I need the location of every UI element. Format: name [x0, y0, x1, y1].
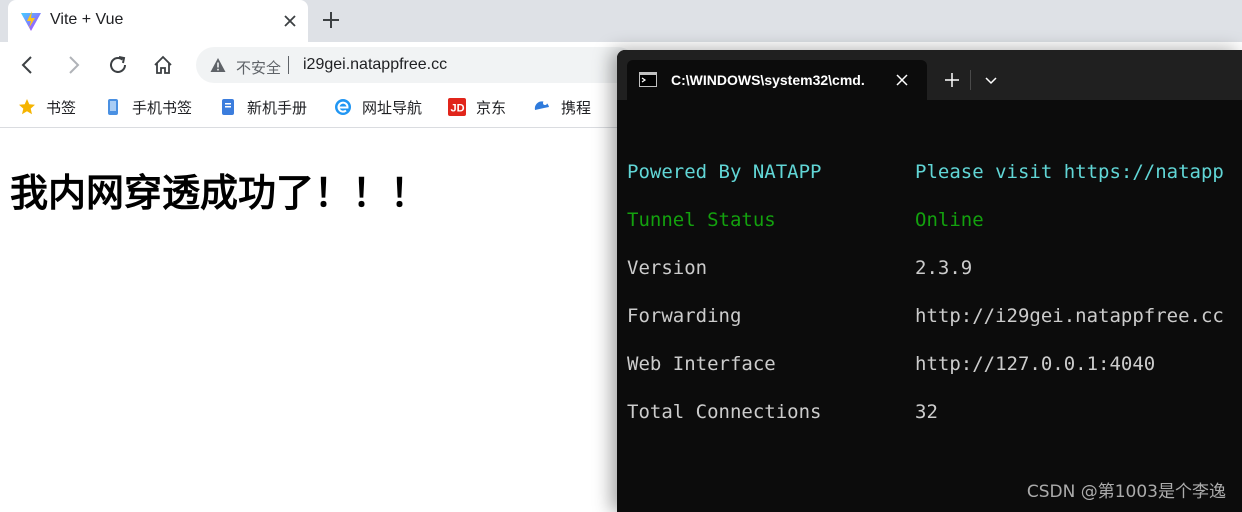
watermark: CSDN @第1003是个李逸 [1026, 482, 1226, 502]
browser-tab[interactable]: Vite + Vue [8, 0, 308, 42]
reload-icon[interactable] [107, 54, 129, 76]
ctrip-icon [534, 101, 549, 110]
row-value: Online [915, 209, 984, 231]
bookmark-item-bookmarks[interactable]: 书签 [18, 96, 76, 118]
security-label[interactable]: 不安全 [236, 57, 281, 78]
bookmark-item-manual[interactable]: 新机手册 [219, 96, 307, 118]
jd-icon: JD [448, 98, 466, 116]
plus-icon[interactable] [320, 9, 342, 31]
row-key: Total Connections [627, 401, 822, 423]
row-key: Forwarding [627, 305, 742, 327]
chevron-down-icon[interactable] [983, 72, 999, 88]
row-value: 2.3.9 [915, 257, 973, 279]
manual-icon [222, 99, 234, 115]
forward-arrow-icon[interactable] [62, 54, 84, 76]
browser-e-icon [335, 99, 351, 115]
terminal-titlebar-divider [970, 70, 971, 90]
bookmark-item-nav[interactable]: 网址导航 [334, 96, 422, 118]
warning-triangle-icon[interactable] [210, 57, 226, 73]
back-arrow-icon[interactable] [17, 54, 39, 76]
row-key: Powered By NATAPP [627, 161, 822, 183]
url-text[interactable]: i29gei.natappfree.cc [303, 56, 447, 74]
cmd-icon [639, 72, 657, 87]
home-icon[interactable] [152, 54, 174, 76]
close-icon[interactable] [280, 11, 300, 31]
bookmark-item-mobile[interactable]: 手机书签 [104, 96, 192, 118]
terminal-titlebar: C:\WINDOWS\system32\cmd. [617, 50, 1242, 100]
svg-text:JD: JD [451, 103, 465, 115]
terminal-tab[interactable]: C:\WINDOWS\system32\cmd. [627, 60, 927, 100]
row-value: http://i29gei.natappfree.cc [915, 305, 1224, 327]
terminal-output: Powered By NATAPP Please visit https://n… [617, 100, 1242, 512]
tab-title: Vite + Vue [50, 11, 124, 28]
row-key: Tunnel Status [627, 209, 776, 231]
bookmark-item-ctrip[interactable]: 携程 [533, 96, 591, 118]
bookmark-item-jd[interactable]: JD 京东 [448, 96, 506, 118]
omnibox-divider [288, 56, 289, 74]
terminal-tab-title: C:\WINDOWS\system32\cmd. [671, 72, 865, 88]
row-key: Web Interface [627, 353, 776, 375]
address-bar[interactable]: 不安全 i29gei.natappfree.cc [196, 47, 636, 83]
row-value: 32 [915, 401, 938, 423]
star-icon [19, 99, 35, 115]
plus-icon[interactable] [943, 71, 961, 89]
tab-strip: Vite + Vue [0, 0, 1242, 42]
row-key: Version [627, 257, 708, 279]
phone-icon [108, 99, 118, 115]
row-value: http://127.0.0.1:4040 [915, 353, 1156, 375]
page-heading: 我内网穿透成功了！！！ [10, 171, 429, 215]
vite-logo-icon [21, 11, 41, 31]
terminal-window: C:\WINDOWS\system32\cmd. Powered By NATA… [617, 50, 1242, 512]
close-icon[interactable] [893, 71, 911, 89]
row-value: Please visit https://natapp [915, 161, 1224, 183]
